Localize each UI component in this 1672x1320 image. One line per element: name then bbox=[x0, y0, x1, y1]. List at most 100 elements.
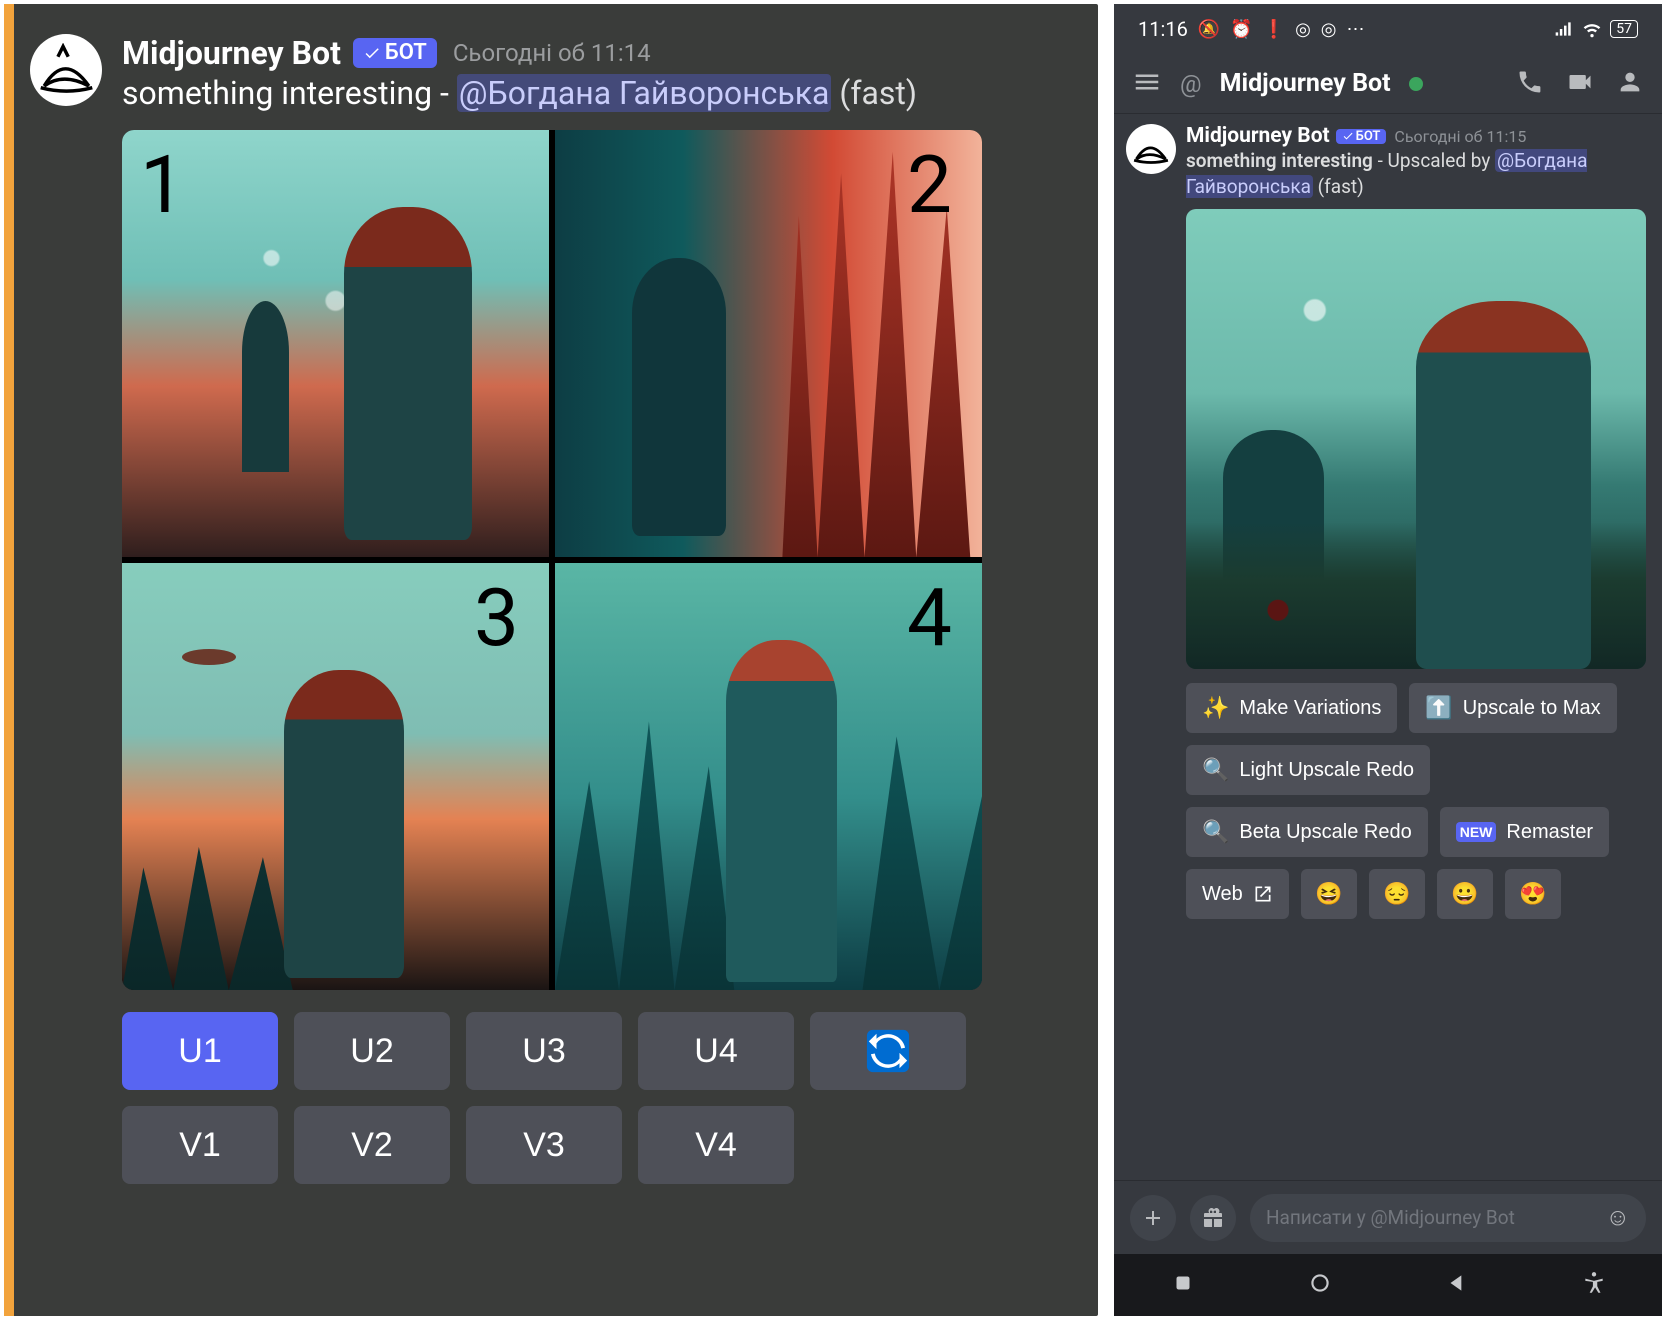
reroll-icon bbox=[865, 1028, 911, 1074]
message-content: something interesting - @Богдана Гайворо… bbox=[122, 74, 1070, 112]
author-name[interactable]: Midjourney Bot bbox=[1186, 124, 1330, 148]
image-tile-1: 1 bbox=[122, 130, 549, 557]
image-foreground bbox=[1186, 522, 1646, 669]
variation-1-button[interactable]: V1 bbox=[122, 1106, 278, 1184]
desktop-discord-panel: Midjourney Bot БОТ Сьогодні об 11:14 som… bbox=[4, 4, 1098, 1316]
remaster-button[interactable]: NEW Remaster bbox=[1440, 807, 1609, 857]
home-button[interactable] bbox=[1307, 1270, 1333, 1300]
user-mention[interactable]: @Богдана Гайворонська bbox=[457, 74, 832, 112]
status-time: 11:16 bbox=[1138, 17, 1188, 41]
video-icon bbox=[1566, 68, 1594, 96]
search-icon: 🔍 bbox=[1202, 757, 1229, 783]
midjourney-logo-icon bbox=[1133, 131, 1169, 167]
mobile-discord-panel: 11:16 🔕 ⏰ ❗ ◎ ◎ ⋯ 57 @ Midjourney Bot bbox=[1114, 4, 1662, 1316]
reaction-button[interactable]: 😀 bbox=[1437, 869, 1493, 919]
generated-image-grid[interactable]: 1 2 3 4 bbox=[122, 130, 982, 990]
signal-icon bbox=[1554, 19, 1574, 39]
image-tile-2: 2 bbox=[555, 130, 982, 557]
status-notification-icons: 🔕 ⏰ ❗ ◎ ◎ ⋯ bbox=[1198, 19, 1365, 40]
reroll-button[interactable] bbox=[810, 1012, 966, 1090]
button-label: Make Variations bbox=[1239, 697, 1381, 720]
message: Midjourney Bot БОТ Сьогодні об 11:15 som… bbox=[1114, 114, 1662, 199]
button-label: Upscale to Max bbox=[1463, 697, 1601, 720]
instagram-icon: ◎ bbox=[1295, 19, 1311, 40]
voice-call-button[interactable] bbox=[1516, 68, 1544, 100]
recent-apps-button[interactable] bbox=[1170, 1270, 1196, 1300]
wifi-icon bbox=[1582, 19, 1602, 39]
timestamp: Сьогодні об 11:14 bbox=[453, 39, 651, 68]
upscale-4-button[interactable]: U4 bbox=[638, 1012, 794, 1090]
avatar[interactable] bbox=[1126, 124, 1176, 174]
variation-4-button[interactable]: V4 bbox=[638, 1106, 794, 1184]
tile-number: 3 bbox=[474, 571, 519, 665]
beta-upscale-redo-button[interactable]: 🔍 Beta Upscale Redo bbox=[1186, 807, 1428, 857]
upscale-1-button[interactable]: U1 bbox=[122, 1012, 278, 1090]
android-nav-bar bbox=[1114, 1254, 1662, 1316]
action-button-grid: U1 U2 U3 U4 V1 V2 V3 V4 bbox=[122, 1012, 982, 1184]
gift-button[interactable] bbox=[1190, 1195, 1236, 1241]
emoji-heart-eyes: 😍 bbox=[1519, 881, 1546, 907]
light-upscale-redo-button[interactable]: 🔍 Light Upscale Redo bbox=[1186, 745, 1430, 795]
battery-indicator: 57 bbox=[1610, 20, 1638, 38]
accessibility-icon bbox=[1581, 1270, 1607, 1296]
upscale-max-button[interactable]: ⬆️ Upscale to Max bbox=[1409, 683, 1616, 733]
input-placeholder: Написати у @Midjourney Bot bbox=[1266, 1206, 1515, 1229]
upscale-2-button[interactable]: U2 bbox=[294, 1012, 450, 1090]
upscaled-image[interactable] bbox=[1186, 209, 1646, 669]
external-link-icon bbox=[1253, 884, 1273, 904]
check-icon bbox=[363, 44, 381, 62]
prompt-text: something interesting bbox=[1186, 149, 1373, 172]
menu-button[interactable] bbox=[1132, 67, 1162, 101]
reaction-button[interactable]: 😆 bbox=[1301, 869, 1357, 919]
mute-icon: 🔕 bbox=[1198, 19, 1220, 40]
bot-badge-label: БОТ bbox=[385, 40, 427, 66]
notification-icon: ❗ bbox=[1263, 19, 1285, 40]
reaction-button[interactable]: 😔 bbox=[1369, 869, 1425, 919]
upscale-icon: ⬆️ bbox=[1425, 695, 1452, 721]
add-attachment-button[interactable] bbox=[1130, 1195, 1176, 1241]
plus-icon bbox=[1141, 1206, 1165, 1230]
author-name[interactable]: Midjourney Bot bbox=[122, 34, 341, 72]
action-buttons: ✨ Make Variations ⬆️ Upscale to Max 🔍 Light… bbox=[1186, 683, 1646, 919]
avatar[interactable] bbox=[30, 34, 102, 106]
make-variations-button[interactable]: ✨ Make Variations bbox=[1186, 683, 1397, 733]
instagram-icon: ◎ bbox=[1321, 19, 1337, 40]
channel-title[interactable]: Midjourney Bot bbox=[1220, 69, 1391, 98]
prompt-suffix: (fast) bbox=[831, 74, 917, 112]
variation-2-button[interactable]: V2 bbox=[294, 1106, 450, 1184]
highlight-edge bbox=[4, 4, 14, 1316]
video-call-button[interactable] bbox=[1566, 68, 1594, 100]
message-composer: Написати у @Midjourney Bot ☺ bbox=[1114, 1180, 1662, 1254]
gift-icon bbox=[1201, 1206, 1225, 1230]
accessibility-button[interactable] bbox=[1581, 1270, 1607, 1300]
button-label: Light Upscale Redo bbox=[1239, 759, 1414, 782]
emoji-pensive: 😔 bbox=[1383, 881, 1410, 907]
timestamp: Сьогодні об 11:15 bbox=[1394, 127, 1526, 146]
variation-3-button[interactable]: V3 bbox=[466, 1106, 622, 1184]
prompt-suffix: (fast) bbox=[1313, 175, 1364, 198]
message-content: something interesting - Upscaled by @Бог… bbox=[1186, 148, 1646, 199]
sparkle-icon: ✨ bbox=[1202, 695, 1229, 721]
prompt-text: something interesting - bbox=[122, 74, 457, 112]
button-label: Remaster bbox=[1506, 821, 1593, 844]
web-button[interactable]: Web bbox=[1186, 869, 1289, 919]
emoji-squint: 😆 bbox=[1315, 881, 1342, 907]
message-input[interactable]: Написати у @Midjourney Bot ☺ bbox=[1250, 1194, 1646, 1242]
image-tile-4: 4 bbox=[555, 563, 982, 990]
message: Midjourney Bot БОТ Сьогодні об 11:14 som… bbox=[30, 34, 1070, 1184]
at-symbol: @ bbox=[1180, 70, 1202, 98]
image-tile-3: 3 bbox=[122, 563, 549, 990]
upscale-3-button[interactable]: U3 bbox=[466, 1012, 622, 1090]
search-icon: 🔍 bbox=[1202, 819, 1229, 845]
upscaled-by-text: - Upscaled by bbox=[1373, 149, 1495, 172]
members-button[interactable] bbox=[1616, 68, 1644, 100]
square-icon bbox=[1170, 1270, 1196, 1296]
battery-level: 57 bbox=[1616, 21, 1632, 37]
online-status-icon bbox=[1409, 77, 1423, 91]
button-label: Beta Upscale Redo bbox=[1239, 821, 1411, 844]
reaction-button[interactable]: 😍 bbox=[1505, 869, 1561, 919]
back-button[interactable] bbox=[1444, 1270, 1470, 1300]
emoji-picker-button[interactable]: ☺ bbox=[1605, 1203, 1630, 1232]
phone-icon bbox=[1516, 68, 1544, 96]
new-badge: NEW bbox=[1456, 822, 1497, 842]
